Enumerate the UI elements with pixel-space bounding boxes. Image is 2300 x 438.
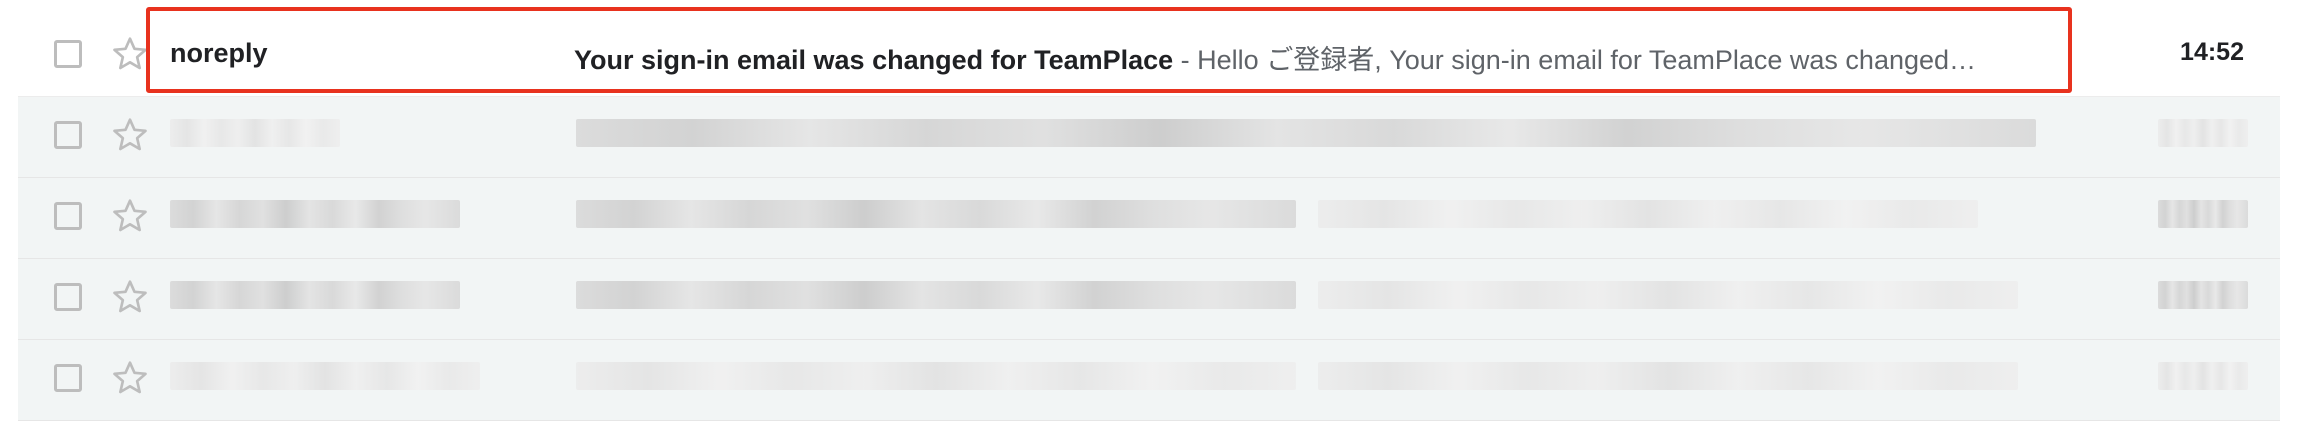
email-list: noreply Your sign-in email was changed f… bbox=[0, 0, 2300, 438]
redacted-sender bbox=[170, 281, 460, 309]
star-icon[interactable] bbox=[110, 196, 150, 236]
email-time: 14:52 bbox=[2180, 38, 2244, 66]
subject-separator: - bbox=[1173, 45, 1198, 75]
redacted-snippet bbox=[1318, 281, 2018, 309]
star-icon[interactable] bbox=[110, 115, 150, 155]
redacted-time bbox=[2158, 281, 2248, 309]
redacted-sender bbox=[170, 119, 340, 147]
redacted-snippet bbox=[1318, 200, 1978, 228]
email-row[interactable]: noreply Your sign-in email was changed f… bbox=[18, 16, 2280, 97]
checkbox-icon[interactable] bbox=[54, 121, 82, 149]
redacted-time bbox=[2158, 119, 2248, 147]
star-icon[interactable] bbox=[110, 34, 150, 74]
email-sender: noreply bbox=[170, 38, 268, 68]
checkbox-icon[interactable] bbox=[54, 283, 82, 311]
redacted-time bbox=[2158, 200, 2248, 228]
email-row-redacted[interactable] bbox=[18, 340, 2280, 421]
checkbox-icon[interactable] bbox=[54, 40, 82, 68]
redacted-subject bbox=[576, 200, 1296, 228]
star-icon[interactable] bbox=[110, 358, 150, 398]
email-snippet: Hello ご登録者, Your sign-in email for TeamP… bbox=[1197, 45, 1977, 75]
star-icon[interactable] bbox=[110, 277, 150, 317]
redacted-subject bbox=[576, 281, 1296, 309]
checkbox-icon[interactable] bbox=[54, 202, 82, 230]
redacted-sender bbox=[170, 200, 460, 228]
email-row-redacted[interactable] bbox=[18, 259, 2280, 340]
redacted-snippet bbox=[1318, 362, 2018, 390]
redacted-sender bbox=[170, 362, 480, 390]
email-row-redacted[interactable] bbox=[18, 178, 2280, 259]
redacted-subject bbox=[576, 119, 2036, 147]
redacted-subject bbox=[576, 362, 1296, 390]
email-subject-line: Your sign-in email was changed for TeamP… bbox=[574, 38, 2054, 77]
redacted-time bbox=[2158, 362, 2248, 390]
checkbox-icon[interactable] bbox=[54, 364, 82, 392]
email-row-redacted[interactable] bbox=[18, 97, 2280, 178]
email-subject: Your sign-in email was changed for TeamP… bbox=[574, 45, 1174, 75]
